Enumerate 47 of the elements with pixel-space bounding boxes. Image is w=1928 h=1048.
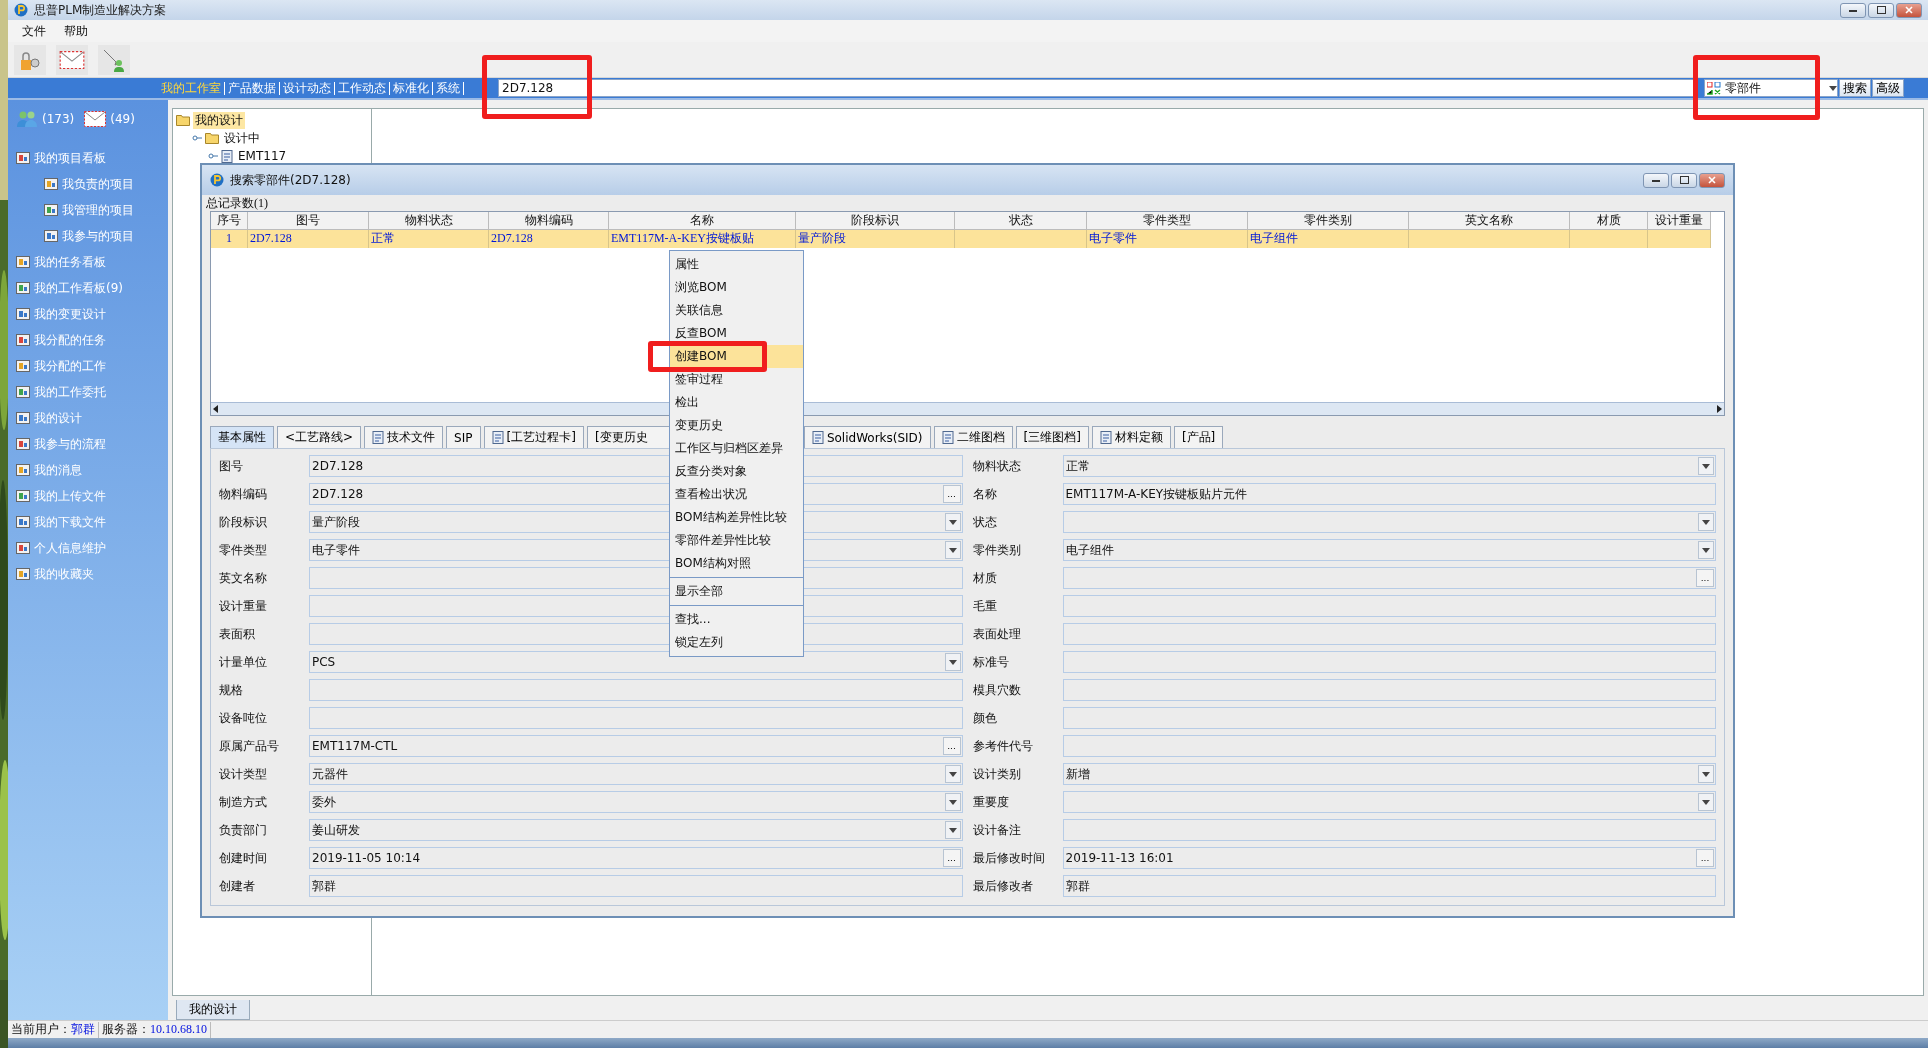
field-label: 物料编码 bbox=[219, 485, 268, 503]
table-cell: 1 bbox=[211, 230, 248, 248]
table-cell: 电子零件 bbox=[1087, 230, 1248, 248]
field-label: 设备吨位 bbox=[219, 709, 268, 727]
field-label: 设计重量 bbox=[219, 597, 268, 615]
field-label: 创建时间 bbox=[219, 849, 268, 867]
record-count: 总记录数(1) bbox=[205, 195, 269, 211]
field-label: 参考件代号 bbox=[972, 737, 1034, 755]
field-label: 制造方式 bbox=[219, 793, 268, 811]
field-label: 最后修改者 bbox=[972, 877, 1034, 895]
field-label: 创建者 bbox=[219, 877, 256, 895]
table-cell: EMT117M-A-KEY按键板贴 bbox=[609, 230, 796, 248]
status-value: 郭群 bbox=[71, 1021, 95, 1038]
field-label: 负责部门 bbox=[219, 821, 268, 839]
field-label: 图号 bbox=[219, 457, 244, 475]
field-label: 计量单位 bbox=[219, 653, 268, 671]
table-cell: 电子组件 bbox=[1248, 230, 1409, 248]
field-label: 规格 bbox=[219, 681, 244, 699]
field-label: 材质 bbox=[972, 569, 998, 587]
field-label: 设计备注 bbox=[972, 821, 1022, 839]
status-value: 10.10.68.10 bbox=[150, 1022, 207, 1037]
table-cell: 量产阶段 bbox=[796, 230, 955, 248]
table-cell: 2D7.128 bbox=[248, 230, 369, 248]
status-label: 当前用户： bbox=[11, 1021, 71, 1038]
field-label: 模具穴数 bbox=[972, 681, 1022, 699]
field-label: 英文名称 bbox=[219, 569, 268, 587]
field-label: 原属产品号 bbox=[219, 737, 280, 755]
field-label: 状态 bbox=[972, 513, 998, 531]
field-label: 毛重 bbox=[972, 597, 998, 615]
field-label: 表面处理 bbox=[972, 625, 1022, 643]
table-cell: 2D7.128 bbox=[489, 230, 609, 248]
field-label: 零件类型 bbox=[219, 541, 268, 559]
field-label: 物料状态 bbox=[972, 457, 1022, 475]
field-label: 重要度 bbox=[972, 793, 1010, 811]
window-title: 思普PLM制造业解决方案 bbox=[34, 1, 167, 19]
field-label: 标准号 bbox=[972, 653, 1010, 671]
status-label: 服务器： bbox=[102, 1021, 150, 1038]
field-label: 名称 bbox=[972, 485, 998, 503]
table-cell: 正常 bbox=[369, 230, 489, 248]
field-label: 阶段标识 bbox=[219, 513, 268, 531]
field-label: 零件类别 bbox=[972, 541, 1022, 559]
field-label: 表面积 bbox=[219, 625, 256, 643]
field-label: 设计类型 bbox=[219, 765, 268, 783]
field-label: 颜色 bbox=[972, 709, 998, 727]
field-label: 最后修改时间 bbox=[972, 849, 1046, 867]
dialog-title: 搜索零部件(2D7.128) bbox=[230, 171, 351, 189]
field-label: 设计类别 bbox=[972, 765, 1022, 783]
